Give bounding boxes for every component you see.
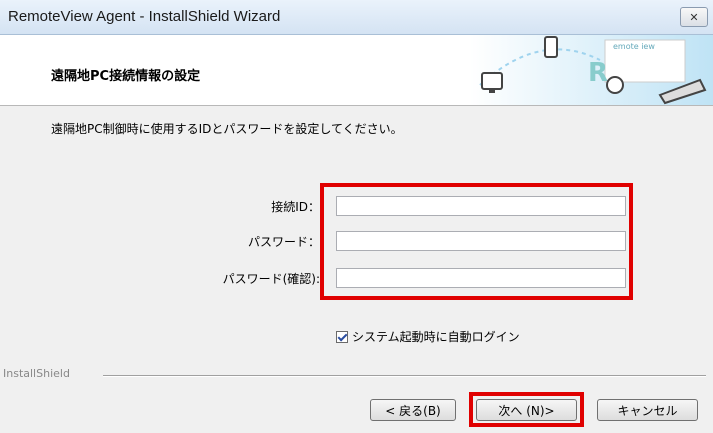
title-bar: RemoteView Agent - InstallShield Wizard … [0,0,713,35]
wizard-banner: 遠隔地PC接続情報の設定 emote iew R [0,35,713,106]
back-button-label: < 戻る(B) [385,403,441,418]
phone-icon [544,36,558,58]
cancel-button[interactable]: キャンセル [597,399,698,421]
close-button[interactable]: ✕ [680,7,708,27]
window-title: RemoteView Agent - InstallShield Wizard [8,8,281,25]
svg-text:R: R [588,58,608,88]
monitor-icon [481,72,503,93]
autologin-option[interactable]: システム起動時に自動ログイン [336,328,520,345]
installshield-brand: InstallShield [3,367,70,380]
highlight-next-box [469,392,584,427]
cancel-button-label: キャンセル [617,403,678,418]
banner-illustration: emote iew R [470,35,713,105]
footer-divider [103,375,706,377]
autologin-label: システム起動時に自動ログイン [352,330,520,344]
connection-id-label: 接続ID： [271,200,320,214]
page-title: 遠隔地PC接続情報の設定 [51,69,201,84]
svg-text:emote iew: emote iew [613,42,655,51]
back-button[interactable]: < 戻る(B) [370,399,456,421]
password-label: パスワード： [247,235,320,249]
close-icon: ✕ [689,10,699,24]
password-confirm-label: パスワード(確認): [222,272,320,286]
autologin-checkbox[interactable] [336,330,348,343]
instruction-text: 遠隔地PC制御時に使用するIDとパスワードを設定してください。 [51,122,403,136]
highlight-fields-box [320,183,633,300]
